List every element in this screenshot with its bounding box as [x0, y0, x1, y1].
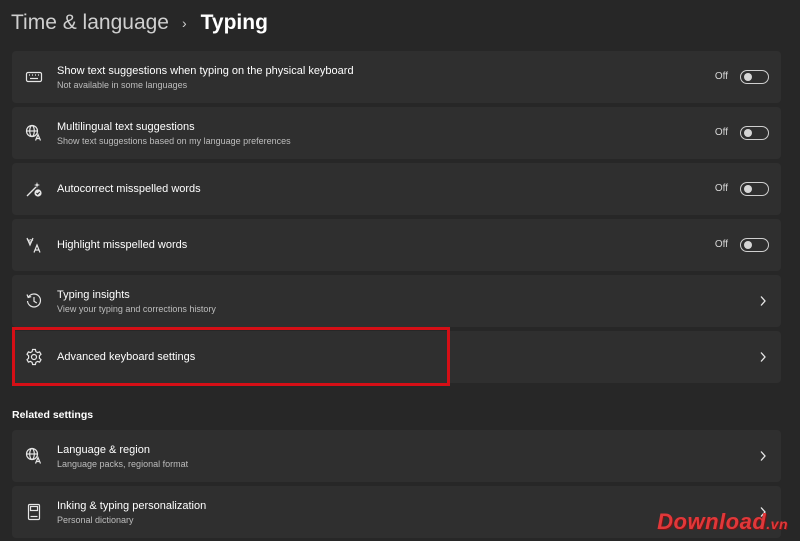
setting-title: Multilingual text suggestions: [57, 121, 195, 133]
setting-highlight-misspelled[interactable]: Highlight misspelled words Off: [12, 219, 781, 271]
toggle-state-label: Off: [714, 127, 728, 138]
toggle-state-label: Off: [714, 71, 728, 82]
setting-title: Inking & typing personalization: [57, 500, 207, 512]
gear-icon: [25, 348, 43, 366]
breadcrumb-parent[interactable]: Time & language: [11, 11, 169, 35]
language-region-icon: [25, 447, 43, 465]
autocorrect-icon: [25, 180, 43, 198]
setting-subtitle: Language packs, regional format: [57, 459, 189, 469]
setting-subtitle: Not available in some languages: [57, 80, 188, 90]
watermark-tld: .vn: [766, 516, 788, 532]
setting-title: Show text suggestions when typing on the…: [57, 65, 354, 77]
toggle-knob: [744, 129, 752, 137]
language-icon: [25, 124, 43, 142]
breadcrumb: Time & language › Typing: [11, 8, 268, 38]
text-suggestions-toggle[interactable]: [740, 70, 769, 84]
history-icon: [25, 292, 43, 310]
chevron-right-icon: [759, 295, 767, 307]
autocorrect-toggle[interactable]: [740, 182, 769, 196]
section-heading-related: Related settings: [12, 409, 94, 421]
breadcrumb-separator-icon: ›: [181, 15, 187, 31]
highlight-toggle[interactable]: [740, 238, 769, 252]
setting-advanced-keyboard[interactable]: Advanced keyboard settings: [12, 331, 781, 383]
setting-typing-insights[interactable]: Typing insights View your typing and cor…: [12, 275, 781, 327]
setting-subtitle: Show text suggestions based on my langua…: [57, 136, 291, 146]
toggle-state-label: Off: [714, 239, 728, 250]
setting-title: Advanced keyboard settings: [57, 351, 196, 363]
setting-autocorrect[interactable]: Autocorrect misspelled words Off: [12, 163, 781, 215]
multilingual-toggle[interactable]: [740, 126, 769, 140]
setting-title: Autocorrect misspelled words: [57, 183, 201, 195]
toggle-knob: [744, 73, 752, 81]
setting-title: Typing insights: [57, 289, 130, 301]
chevron-right-icon: [759, 351, 767, 363]
toggle-knob: [744, 185, 752, 193]
setting-subtitle: Personal dictionary: [57, 515, 134, 525]
page-title: Typing: [200, 11, 268, 34]
watermark-logo: Download.vn: [657, 509, 788, 535]
highlight-icon: [25, 236, 43, 254]
keyboard-icon: [25, 68, 43, 86]
setting-title: Highlight misspelled words: [57, 239, 188, 251]
toggle-knob: [744, 241, 752, 249]
watermark-main: Download: [657, 509, 767, 534]
setting-subtitle: View your typing and corrections history: [57, 304, 216, 314]
toggle-state-label: Off: [714, 183, 728, 194]
related-item-language-region[interactable]: Language & region Language packs, region…: [12, 430, 781, 482]
chevron-right-icon: [759, 450, 767, 462]
setting-text-suggestions[interactable]: Show text suggestions when typing on the…: [12, 51, 781, 103]
setting-title: Language & region: [57, 444, 150, 456]
setting-multilingual-suggestions[interactable]: Multilingual text suggestions Show text …: [12, 107, 781, 159]
dictionary-icon: [25, 503, 43, 521]
